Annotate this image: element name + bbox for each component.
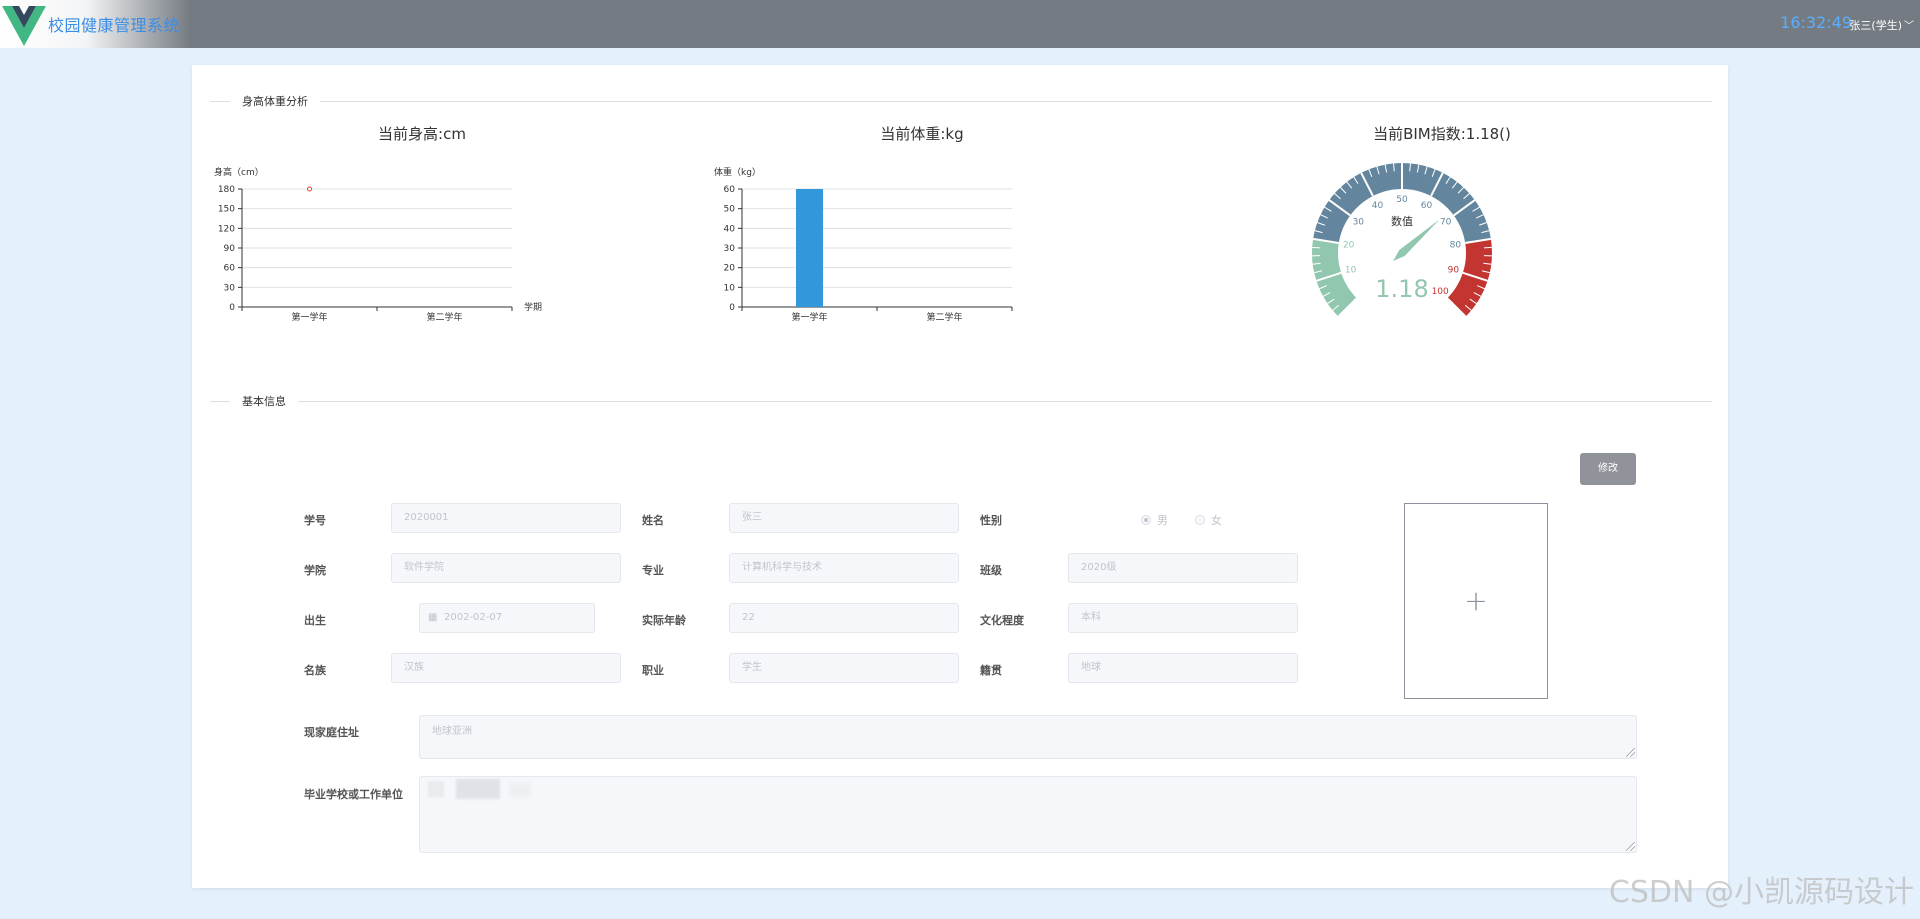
y-tick-label: 50 bbox=[724, 205, 736, 215]
plus-icon: + bbox=[1464, 584, 1488, 617]
weight-chart-title: 当前体重:kg bbox=[880, 125, 964, 143]
address-textarea[interactable]: 地球亚洲 bbox=[419, 715, 1637, 759]
radio-checked-icon bbox=[1141, 515, 1151, 525]
y-tick-label: 20 bbox=[724, 264, 736, 274]
gauge-tick bbox=[1312, 246, 1321, 249]
gauge-tick-label: 20 bbox=[1343, 241, 1355, 251]
student-id-input[interactable]: 2020001 bbox=[391, 503, 621, 533]
x-tick-label: 第一学年 bbox=[291, 311, 327, 323]
section-title-basic-info: 基本信息 bbox=[230, 393, 298, 409]
native-place-label: 籍贯 bbox=[980, 664, 1002, 677]
college-label: 学院 bbox=[304, 564, 326, 577]
analysis-divider: 身高体重分析 bbox=[210, 93, 1712, 109]
gauge-tick-label: 100 bbox=[1432, 287, 1449, 297]
education-input[interactable]: 本科 bbox=[1068, 603, 1298, 633]
gauge-tick-label: 30 bbox=[1353, 217, 1365, 227]
x-tick-label: 第二学年 bbox=[926, 311, 962, 323]
resize-grip-icon[interactable] bbox=[1626, 842, 1635, 851]
birth-label: 出生 bbox=[304, 614, 326, 627]
education-label: 文化程度 bbox=[980, 614, 1024, 627]
basic-info-divider: 基本信息 bbox=[210, 393, 1712, 409]
address-value: 地球亚洲 bbox=[432, 726, 472, 737]
y-tick-label: 30 bbox=[724, 244, 736, 254]
y-tick-label: 60 bbox=[224, 264, 236, 274]
redacted-block bbox=[456, 779, 500, 799]
main-card: 身高体重分析 当前身高:cm 当前体重:kg 当前BIM指数:1.18() 身高… bbox=[192, 65, 1728, 888]
gender-female-label: 女 bbox=[1211, 514, 1222, 527]
bmi-gauge-chart: 10 20 30 40 50 60 70 80 90 100 数值 1.18 bbox=[1312, 163, 1492, 318]
top-bar: 校园健康管理系统 16:32:49 张三(学生) ﹀ bbox=[0, 0, 1920, 48]
gender-label: 性别 bbox=[980, 514, 1002, 527]
y-tick-label: 0 bbox=[729, 303, 735, 313]
class-input[interactable]: 2020级 bbox=[1068, 553, 1298, 583]
y-axis-label: 体重（kg） bbox=[714, 166, 761, 178]
resize-grip-icon[interactable] bbox=[1626, 748, 1635, 757]
ethnicity-input[interactable]: 汉族 bbox=[391, 653, 621, 683]
redacted-block bbox=[510, 783, 530, 797]
radio-unchecked-icon bbox=[1195, 515, 1205, 525]
birth-date-picker[interactable]: ▦ 2002-02-07 bbox=[419, 603, 595, 633]
birth-date-value: 2002-02-07 bbox=[444, 612, 503, 623]
app-title[interactable]: 校园健康管理系统 bbox=[48, 12, 180, 36]
age-input[interactable]: 22 bbox=[729, 603, 959, 633]
vue-logo-icon bbox=[2, 6, 46, 46]
gauge-tick-label: 70 bbox=[1440, 217, 1452, 227]
x-tick-label: 第二学年 bbox=[426, 311, 462, 323]
gender-male-label: 男 bbox=[1157, 514, 1168, 527]
watermark: CSDN @小凯源码设计 bbox=[1608, 875, 1914, 910]
height-chart: 身高（cm） 0 30 60 90 120 150 180 第一学年 第二学年 学期 bbox=[214, 166, 542, 323]
edit-button[interactable]: 修改 bbox=[1580, 453, 1636, 485]
address-label: 现家庭住址 bbox=[304, 726, 359, 739]
name-label: 姓名 bbox=[642, 514, 664, 527]
y-tick-label: 0 bbox=[229, 303, 235, 313]
class-label: 班级 bbox=[980, 564, 1002, 577]
y-tick-label: 90 bbox=[224, 244, 236, 254]
school-work-label: 毕业学校或工作单位 bbox=[304, 788, 403, 801]
user-menu[interactable]: 张三(学生) bbox=[1849, 17, 1902, 33]
gender-female-radio[interactable]: 女 bbox=[1195, 512, 1222, 528]
gauge-tick-label: 40 bbox=[1372, 201, 1384, 211]
gauge-label: 数值 bbox=[1391, 215, 1413, 228]
x-tick-label: 第一学年 bbox=[791, 311, 827, 323]
y-tick-label: 150 bbox=[218, 205, 235, 215]
age-label: 实际年龄 bbox=[642, 614, 686, 627]
redacted-block bbox=[428, 781, 444, 797]
bar bbox=[796, 189, 823, 307]
data-point bbox=[307, 186, 312, 192]
gauge-tick-label: 80 bbox=[1450, 241, 1462, 251]
weight-chart: 体重（kg） 0 10 20 30 40 50 60 第一学年 第二学年 bbox=[714, 166, 1013, 323]
bmi-chart-title: 当前BIM指数:1.18() bbox=[1373, 125, 1511, 143]
native-place-input[interactable]: 地球 bbox=[1068, 653, 1298, 683]
major-input[interactable]: 计算机科学与技术 bbox=[729, 553, 959, 583]
y-axis-label: 身高（cm） bbox=[214, 166, 264, 178]
college-input[interactable]: 软件学院 bbox=[391, 553, 621, 583]
gauge-tick-label: 10 bbox=[1345, 266, 1357, 276]
school-work-textarea[interactable] bbox=[419, 776, 1637, 853]
y-tick-label: 60 bbox=[724, 185, 736, 195]
gauge-tick-label: 90 bbox=[1448, 266, 1460, 276]
clock: 16:32:49 bbox=[1780, 13, 1852, 32]
height-chart-title: 当前身高:cm bbox=[378, 125, 466, 143]
occupation-label: 职业 bbox=[642, 664, 664, 677]
y-tick-label: 120 bbox=[218, 224, 235, 234]
occupation-input[interactable]: 学生 bbox=[729, 653, 959, 683]
calendar-icon: ▦ bbox=[428, 612, 438, 623]
photo-upload[interactable]: + bbox=[1404, 503, 1548, 699]
gauge-tick-label: 50 bbox=[1396, 195, 1408, 205]
y-tick-label: 10 bbox=[724, 283, 736, 293]
name-input[interactable]: 张三 bbox=[729, 503, 959, 533]
ethnicity-label: 名族 bbox=[304, 664, 326, 677]
chevron-down-icon[interactable]: ﹀ bbox=[1904, 17, 1914, 32]
gauge-value: 1.18 bbox=[1375, 275, 1428, 303]
section-title-analysis: 身高体重分析 bbox=[230, 93, 320, 109]
student-id-label: 学号 bbox=[304, 514, 326, 527]
y-tick-label: 30 bbox=[224, 283, 236, 293]
gauge-tick bbox=[1483, 246, 1492, 249]
y-tick-label: 180 bbox=[218, 185, 235, 195]
y-tick-label: 40 bbox=[724, 224, 736, 234]
gender-male-radio[interactable]: 男 bbox=[1141, 512, 1168, 528]
gauge-tick-label: 60 bbox=[1421, 201, 1433, 211]
x-axis-label: 学期 bbox=[524, 301, 542, 313]
major-label: 专业 bbox=[642, 564, 664, 577]
